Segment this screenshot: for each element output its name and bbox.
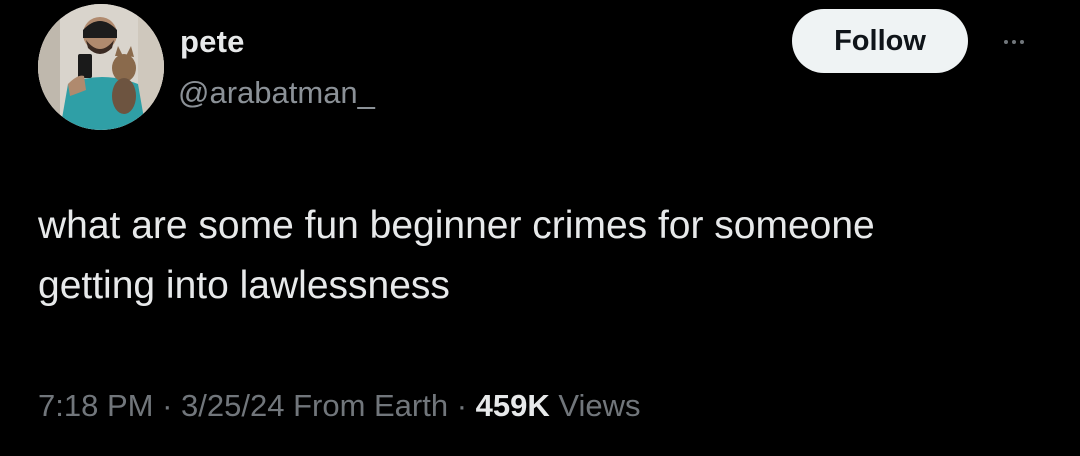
more-options-button[interactable]	[986, 22, 1042, 62]
views-count[interactable]: 459K	[476, 388, 550, 423]
meta-separator: ·	[153, 388, 182, 423]
views-label: Views	[549, 388, 641, 423]
tweet-text: what are some fun beginner crimes for so…	[38, 196, 1058, 316]
tweet-card: pete @arabatman_ Follow what are some fu…	[0, 0, 1080, 456]
avatar-photo-icon	[38, 4, 164, 130]
tweet-time[interactable]: 7:18 PM	[38, 388, 153, 423]
tweet-source: From Earth	[284, 388, 449, 423]
meta-separator: ·	[448, 388, 476, 423]
user-handle[interactable]: @arabatman_	[178, 75, 375, 111]
more-dot-2	[1012, 40, 1016, 44]
follow-button[interactable]: Follow	[792, 9, 968, 73]
display-name[interactable]: pete	[180, 24, 245, 60]
more-dot-3	[1020, 40, 1024, 44]
user-avatar[interactable]	[38, 4, 164, 130]
more-horizontal-icon	[1004, 40, 1008, 44]
tweet-date[interactable]: 3/25/24	[181, 388, 284, 423]
tweet-meta: 7:18 PM · 3/25/24 From Earth · 459K View…	[38, 388, 641, 424]
tweet-text-line-2: getting into lawlessness	[38, 264, 450, 307]
tweet-text-line-1: what are some fun beginner crimes for so…	[38, 204, 875, 247]
